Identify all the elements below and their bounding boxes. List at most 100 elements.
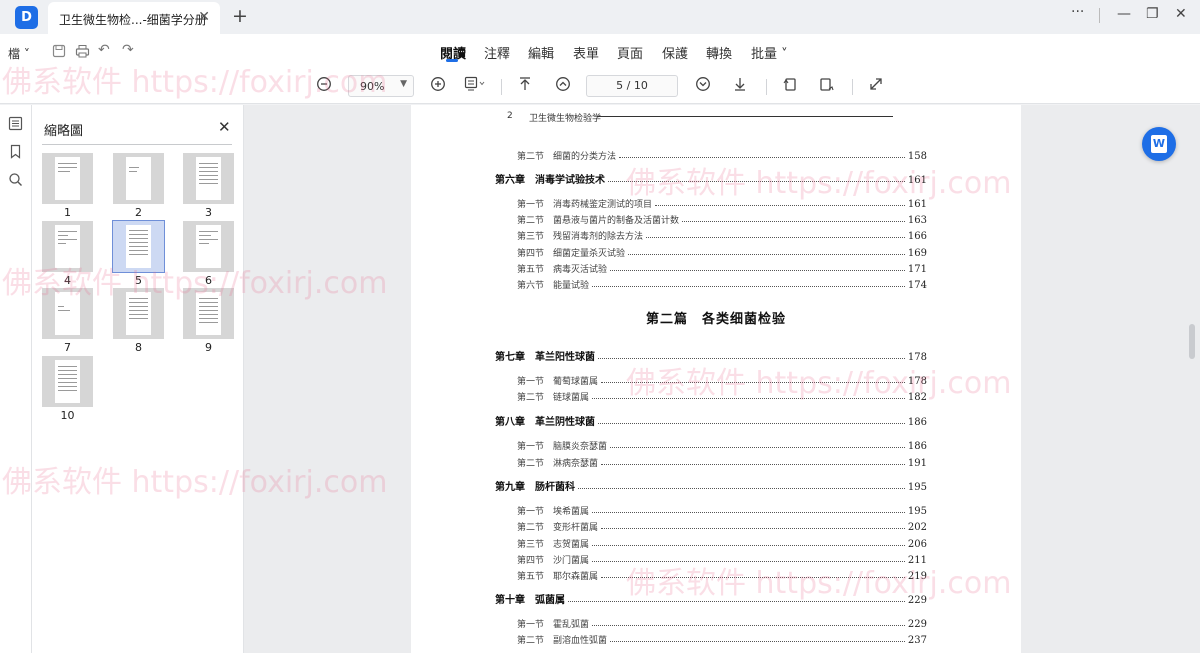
previous-page-icon[interactable] bbox=[555, 76, 571, 96]
page-thumbnail-selected[interactable] bbox=[112, 220, 165, 273]
file-menu-button[interactable]: 檔 ˅ bbox=[8, 45, 30, 62]
toc-leader-dots bbox=[601, 528, 905, 529]
zoom-in-icon[interactable] bbox=[430, 76, 446, 96]
menu-protect[interactable]: 保護 bbox=[662, 43, 688, 62]
toc-entry-label: 第二节 副溶血性弧菌 bbox=[517, 636, 608, 646]
toc-leader-dots bbox=[592, 398, 905, 399]
toc-leader-dots bbox=[592, 625, 905, 626]
pdf-reader-window: D 卫生微生物检...-细菌学分册 ✕ + ··· — ❐ ✕ 檔 ˅ ↶ ↷ … bbox=[0, 0, 1200, 653]
toc-entry-page: 202 bbox=[907, 522, 927, 533]
toc-entry-page: 171 bbox=[907, 264, 927, 275]
page-thumbnail[interactable] bbox=[42, 153, 93, 204]
toc-leader-dots bbox=[610, 270, 905, 271]
save-icon[interactable] bbox=[52, 44, 66, 62]
toc-entry-label: 第二节 菌悬液与菌片的制备及活菌计数 bbox=[517, 216, 680, 226]
vertical-scrollbar-thumb[interactable] bbox=[1189, 324, 1195, 359]
zoom-out-icon[interactable] bbox=[316, 76, 332, 96]
toc-entry-label: 第二节 变形杆菌属 bbox=[517, 523, 599, 533]
page-thumbnail[interactable] bbox=[113, 153, 164, 204]
minimize-icon[interactable]: — bbox=[1117, 6, 1131, 22]
bookmark-icon[interactable] bbox=[8, 144, 23, 163]
toc-entry-label: 第一节 消毒药械鉴定测试的项目 bbox=[517, 200, 653, 210]
toc-entry-label: 第三节 残留消毒剂的除去方法 bbox=[517, 232, 644, 242]
toc-section-row: 第二节 副溶血性弧菌 237 bbox=[517, 630, 927, 646]
menu-annotate[interactable]: 注釋 bbox=[484, 43, 510, 62]
search-icon[interactable] bbox=[8, 172, 23, 191]
thumbnails-panel-icon[interactable] bbox=[8, 116, 23, 135]
print-icon[interactable] bbox=[75, 44, 90, 62]
toc-entry-page: 206 bbox=[907, 539, 927, 550]
toc-section-row: 第二节 细菌的分类方法 158 bbox=[517, 146, 927, 162]
toc-leader-dots bbox=[608, 181, 905, 182]
app-logo-icon[interactable]: D bbox=[15, 6, 38, 29]
new-tab-icon[interactable]: + bbox=[232, 5, 248, 27]
convert-to-word-button[interactable]: W bbox=[1142, 127, 1176, 161]
page-thumbnail[interactable] bbox=[183, 288, 234, 339]
rotate-left-icon[interactable] bbox=[782, 76, 798, 96]
close-window-icon[interactable]: ✕ bbox=[1175, 6, 1187, 22]
zoom-level-select[interactable]: 90% ▼ bbox=[348, 75, 414, 97]
toc-entry-label: 第二节 链球菌属 bbox=[517, 393, 590, 403]
toc-entry-page: 229 bbox=[907, 595, 927, 606]
page-layout-icon[interactable] bbox=[464, 76, 486, 96]
toc-entry-label: 第一节 埃希菌属 bbox=[517, 507, 590, 517]
undo-icon[interactable]: ↶ bbox=[98, 42, 110, 58]
page-thumbnail[interactable] bbox=[183, 153, 234, 204]
toc-section-row: 第四节 沙门菌属 211 bbox=[517, 550, 927, 566]
menu-form[interactable]: 表單 bbox=[573, 43, 599, 62]
page-thumbnail[interactable] bbox=[42, 356, 93, 407]
page-thumbnail[interactable] bbox=[42, 221, 93, 272]
page-thumbnail[interactable] bbox=[183, 221, 234, 272]
toc-section-row: 第五节 病毒灭活试验 171 bbox=[517, 259, 927, 275]
menu-edit[interactable]: 編輯 bbox=[528, 43, 554, 62]
menu-convert[interactable]: 轉換 bbox=[706, 43, 732, 62]
page-number-input[interactable]: 5 / 10 bbox=[586, 75, 678, 97]
toc-entry-label: 第二节 淋病奈瑟菌 bbox=[517, 459, 599, 469]
toc-entry-label: 第六章 消毒学试验技术 bbox=[495, 175, 605, 186]
side-icon-strip bbox=[0, 105, 32, 653]
more-options-icon[interactable]: ··· bbox=[1071, 4, 1084, 20]
last-page-icon[interactable] bbox=[732, 76, 748, 96]
toc-entry-page: 219 bbox=[907, 571, 927, 582]
toc-entry-page: 237 bbox=[907, 635, 927, 646]
document-tab[interactable]: 卫生微生物检...-细菌学分册 ✕ bbox=[48, 2, 220, 34]
thumbnail-panel-title: 縮略圖 bbox=[44, 124, 84, 139]
next-page-icon[interactable] bbox=[695, 76, 711, 96]
toc-leader-dots bbox=[619, 157, 905, 158]
toolbar-divider bbox=[501, 79, 502, 95]
redo-icon[interactable]: ↷ bbox=[122, 42, 134, 58]
thumbnail-panel: 縮略圖 ✕ 1 2 3 4 5 6 7 8 9 10 bbox=[32, 105, 244, 653]
thumbnail-page-number: 1 bbox=[64, 206, 71, 219]
toc-entry-page: 178 bbox=[907, 376, 927, 387]
document-tab-title: 卫生微生物检...-细菌学分册 bbox=[59, 13, 207, 27]
toc-entry-label: 第三节 志贺菌属 bbox=[517, 540, 590, 550]
toc-section-row: 第四节 细菌定量杀灭试验 169 bbox=[517, 243, 927, 259]
thumbnail-page-number: 2 bbox=[135, 206, 142, 219]
toc-section-row: 第五节 耶尔森菌属 219 bbox=[517, 566, 927, 582]
menu-page[interactable]: 頁面 bbox=[617, 43, 643, 62]
restore-icon[interactable]: ❐ bbox=[1146, 6, 1159, 22]
title-bar: D 卫生微生物检...-细菌学分册 ✕ + ··· — ❐ ✕ bbox=[0, 0, 1200, 34]
toc-leader-dots bbox=[646, 237, 905, 238]
toc-leader-dots bbox=[592, 512, 905, 513]
running-header-rule bbox=[597, 116, 893, 117]
page-thumbnail[interactable] bbox=[113, 288, 164, 339]
document-viewport[interactable]: 2 卫生微生物检验学 第二节 细菌的分类方法 158 第六章 消毒学试验技术 161 第… bbox=[244, 105, 1200, 653]
toc-entry-page: 158 bbox=[907, 151, 927, 162]
toc-leader-dots bbox=[598, 358, 905, 359]
close-panel-icon[interactable]: ✕ bbox=[218, 118, 231, 136]
toc-leader-dots bbox=[655, 205, 905, 206]
thumbnail-page-number: 8 bbox=[135, 341, 142, 354]
fullscreen-icon[interactable] bbox=[868, 76, 884, 96]
rotate-right-icon[interactable] bbox=[819, 76, 835, 96]
window-controls-divider bbox=[1099, 8, 1100, 23]
close-tab-icon[interactable]: ✕ bbox=[198, 9, 210, 25]
toc-leader-dots bbox=[682, 221, 905, 222]
menu-batch[interactable]: 批量 ˅ bbox=[751, 43, 788, 62]
toc-entry-label: 第八章 革兰阴性球菌 bbox=[495, 417, 595, 428]
panel-divider bbox=[42, 144, 232, 145]
first-page-icon[interactable] bbox=[517, 76, 533, 96]
toc-section-row: 第三节 志贺菌属 206 bbox=[517, 534, 927, 550]
page-thumbnail[interactable] bbox=[42, 288, 93, 339]
toc-section-row: 第二节 淋病奈瑟菌 191 bbox=[517, 453, 927, 469]
